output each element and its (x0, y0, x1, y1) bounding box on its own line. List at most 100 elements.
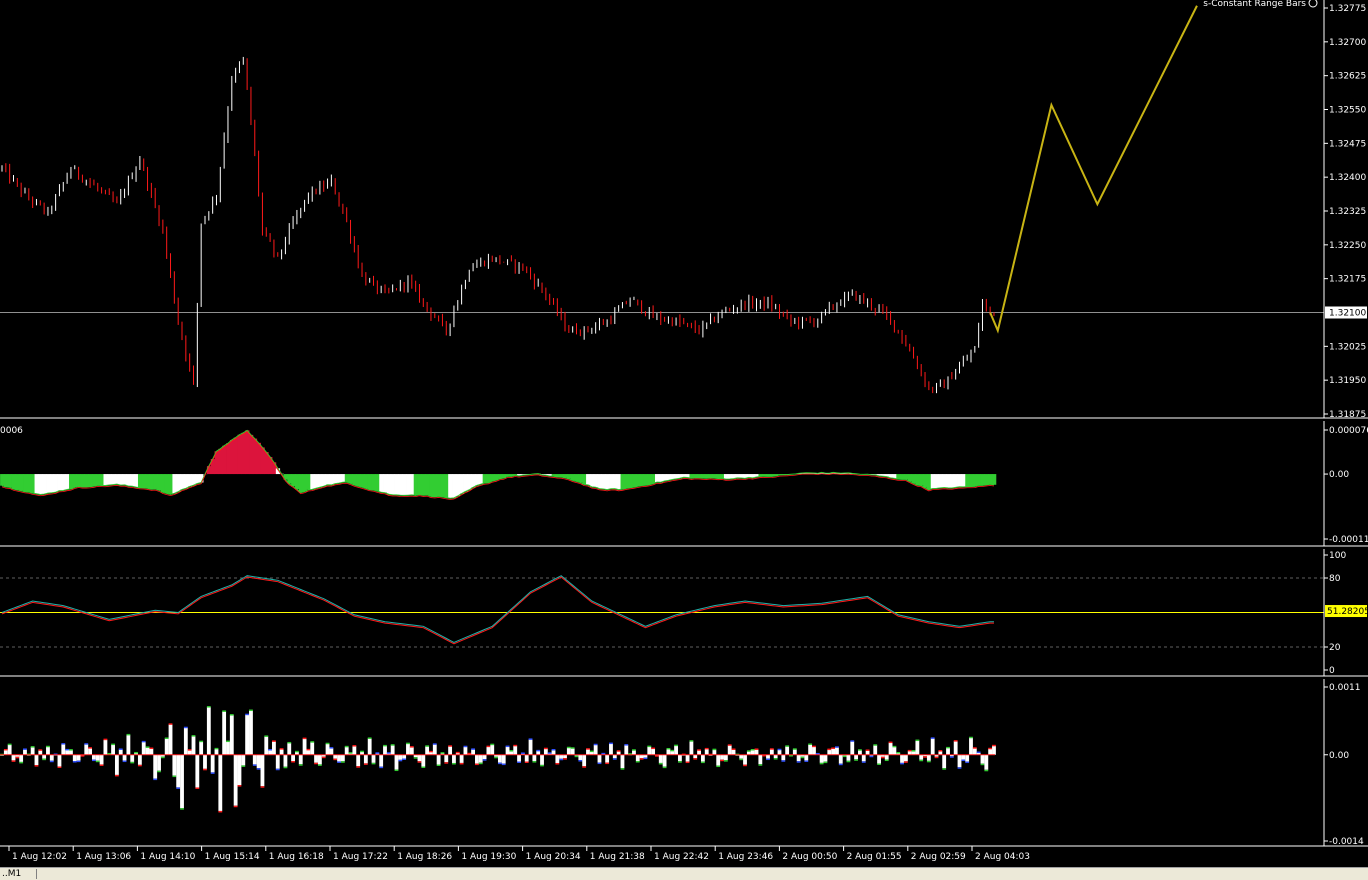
vol-bar-cap (651, 748, 655, 750)
vol-bar (847, 755, 851, 761)
vol-bar (88, 748, 92, 755)
osma-bar (8, 474, 12, 487)
osma-bar (310, 474, 314, 489)
osma-bar (402, 474, 406, 495)
vol-bar-cap (502, 764, 506, 766)
chart-window[interactable]: 1.327751.327001.326251.325501.324751.324… (0, 0, 1368, 879)
vol-bar (50, 755, 54, 761)
vol-bar (724, 755, 728, 760)
osma-bar (142, 474, 146, 488)
vol-bar-cap (640, 758, 644, 760)
vol-bar (337, 755, 341, 762)
histogram-oscillator-pane[interactable] (0, 430, 996, 499)
vol-bar-cap (421, 767, 425, 769)
price-tick-label: 1.32175 (1329, 275, 1366, 285)
price-pane[interactable] (0, 6, 1324, 393)
osma-bar (261, 447, 265, 474)
vol-bar-cap (61, 743, 65, 745)
osma-bar (234, 437, 238, 474)
vol-bar (111, 745, 115, 755)
vol-bar (831, 748, 835, 754)
time-tick-label: 2 Aug 02:59 (911, 852, 966, 862)
stochastic-oscillator-pane[interactable] (0, 576, 1324, 647)
vol-bar-cap (693, 758, 697, 760)
indicator-title: s-Constant Range Bars (1203, 0, 1306, 9)
price-tick-label: 1.31950 (1329, 376, 1366, 386)
tab-divider (36, 869, 37, 879)
vol-tick-label: 0.00 (1329, 751, 1349, 761)
vol-bar-cap (958, 767, 962, 769)
vol-bar (222, 711, 226, 754)
vol-bar (743, 755, 747, 765)
vol-bar-cap (360, 751, 364, 753)
price-tick-label: 1.32475 (1329, 139, 1366, 149)
time-tick-label: 2 Aug 01:55 (847, 852, 902, 862)
vol-bar (437, 755, 441, 765)
vol-bar (184, 728, 188, 755)
vol-bar (31, 747, 35, 755)
vol-bar (885, 755, 889, 760)
momentum-histogram-pane[interactable] (0, 706, 996, 812)
osma-bar (19, 474, 23, 491)
vol-bar-cap (862, 761, 866, 763)
vol-bar (701, 755, 705, 762)
vol-bar-cap (149, 748, 153, 750)
osma-bar (946, 474, 950, 488)
osma-bar (601, 474, 605, 489)
osma-bar (375, 474, 379, 491)
osma-bar (230, 440, 234, 474)
vol-bar-cap (111, 744, 115, 746)
vol-bar (739, 755, 743, 759)
current-price-label: 1.32100 (1329, 309, 1366, 319)
vol-bar (146, 747, 150, 754)
osma-bar (693, 474, 697, 478)
vol-bar-cap (15, 757, 19, 759)
vol-bar (586, 749, 590, 755)
vol-bar-cap (375, 752, 379, 754)
vol-bar-cap (192, 735, 196, 737)
osma-bar (372, 474, 376, 490)
vol-bar-cap (896, 752, 900, 754)
osma-bar (27, 474, 31, 492)
gear-icon[interactable] (1309, 0, 1317, 7)
vol-bar-cap (303, 738, 307, 740)
osma-bar (659, 474, 663, 482)
vol-bar-cap (245, 714, 249, 716)
vol-bar (448, 746, 452, 754)
osma-bar (912, 474, 916, 483)
vol-bar-cap (433, 743, 437, 745)
vol-bar-cap (490, 744, 494, 746)
vol-bar-cap (195, 787, 199, 789)
vol-bar-cap (134, 752, 138, 754)
vol-bar-cap (96, 761, 100, 763)
vol-bar-cap (758, 764, 762, 766)
osma-bar (50, 474, 54, 493)
vol-bar-cap (885, 760, 889, 762)
vol-bar-cap (437, 764, 441, 766)
status-bar: ..M1 (0, 867, 1368, 880)
vol-bar (318, 755, 322, 765)
vol-bar-cap (318, 764, 322, 766)
osma-bar (716, 474, 720, 478)
vol-bar (490, 745, 494, 755)
vol-bar-cap (812, 746, 816, 748)
timeframe-tab[interactable]: ..M1 (2, 868, 21, 880)
time-tick-label: 1 Aug 12:02 (12, 852, 67, 862)
price-tick-label: 1.32325 (1329, 207, 1366, 217)
osma-bar (931, 474, 935, 488)
vol-bar (517, 755, 521, 762)
vol-bar-cap (701, 762, 705, 764)
vol-bar (632, 750, 636, 755)
vol-bar-cap (529, 738, 533, 740)
vol-bar (464, 747, 468, 755)
vol-bar-cap (724, 760, 728, 762)
vol-bar (755, 749, 759, 754)
vol-bar (46, 747, 50, 755)
osma-bar (383, 474, 387, 493)
vol-bar-cap (621, 768, 625, 770)
price-tick-label: 1.32025 (1329, 342, 1366, 352)
vol-bar-cap (234, 806, 238, 808)
time-tick-label: 1 Aug 18:26 (397, 852, 452, 862)
osma-bar (594, 474, 598, 487)
vol-bar-cap (42, 759, 46, 761)
